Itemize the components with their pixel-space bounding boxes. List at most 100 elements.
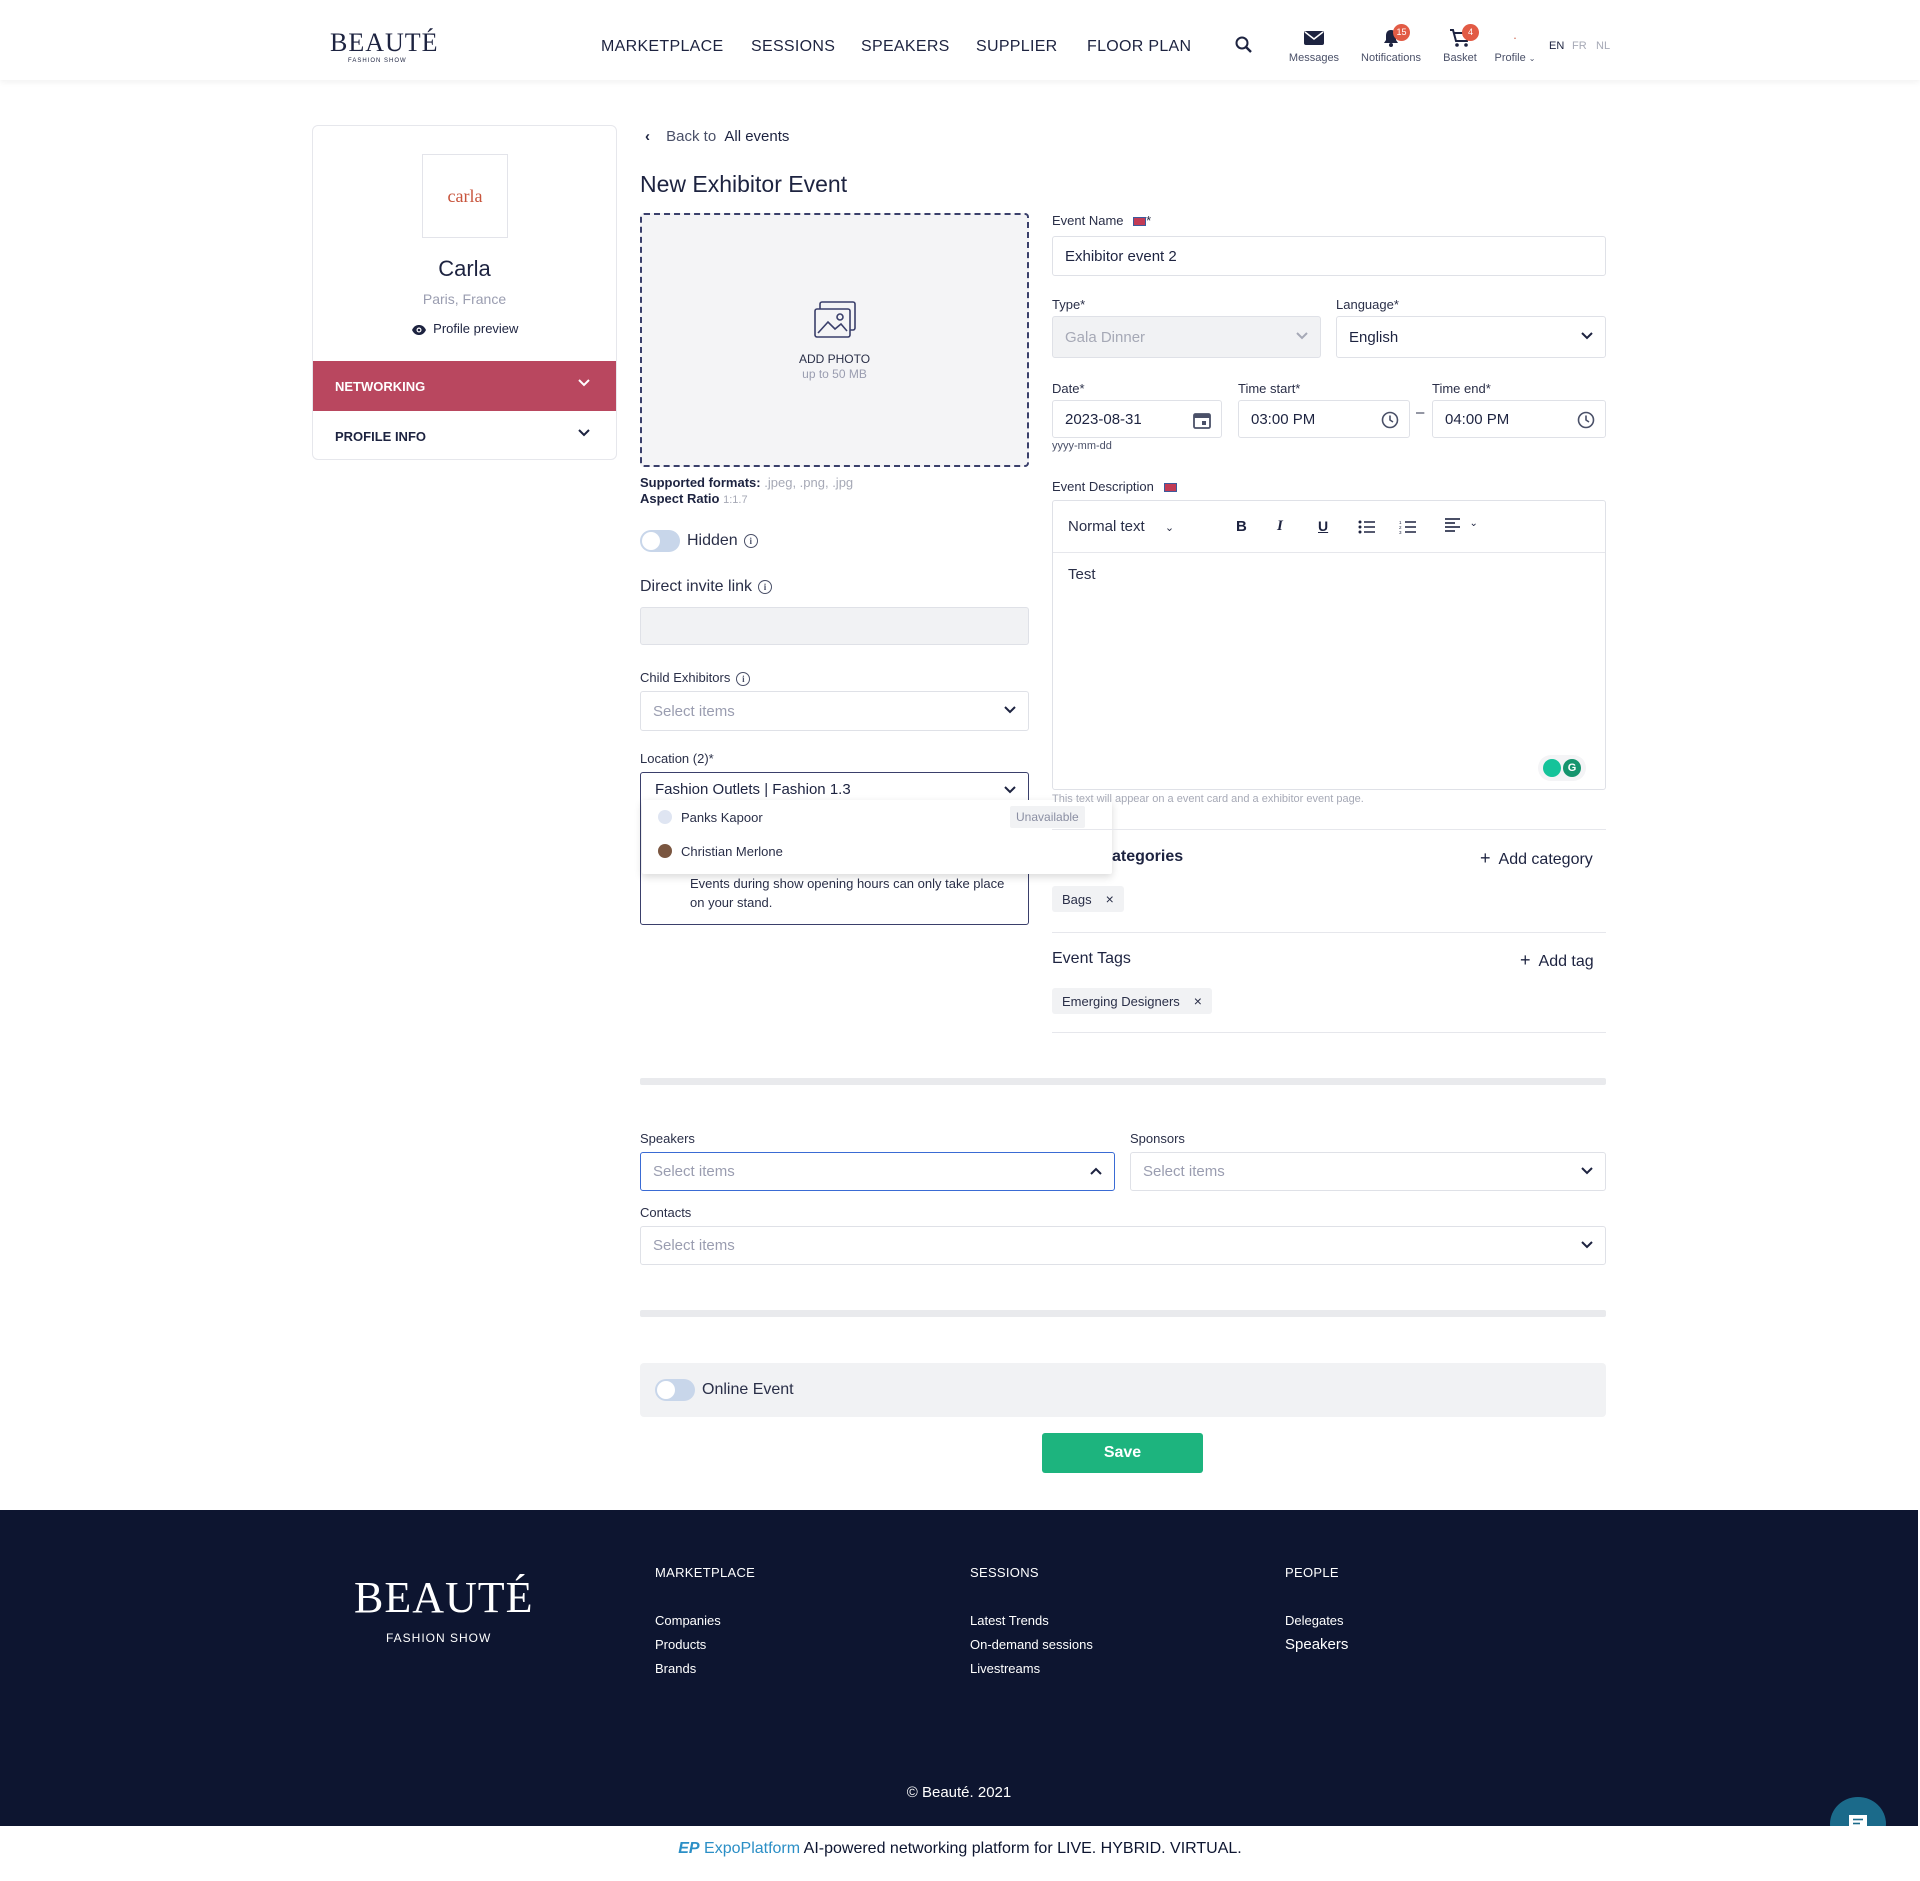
- date-input[interactable]: 2023-08-31: [1052, 400, 1222, 438]
- child-exhibitors-label: Child Exhibitors: [640, 670, 731, 685]
- event-name-input[interactable]: Exhibitor event 2: [1052, 236, 1606, 276]
- time-end-input[interactable]: 04:00 PM: [1432, 400, 1606, 438]
- search-icon[interactable]: [1235, 36, 1253, 54]
- chip-label: Emerging Designers: [1062, 993, 1180, 1009]
- type-label: Type*: [1052, 297, 1086, 312]
- nav-sessions[interactable]: SESSIONS: [751, 38, 835, 56]
- footer-link[interactable]: On-demand sessions: [970, 1637, 1093, 1652]
- type-select[interactable]: Gala Dinner: [1052, 316, 1321, 358]
- notifications-label: Notifications: [1361, 52, 1421, 64]
- sidebar-item-profile-info[interactable]: PROFILE INFO: [313, 411, 616, 459]
- text-style-select[interactable]: Normal text ⌄: [1068, 518, 1174, 535]
- expoplatform-link[interactable]: ExpoPlatform: [704, 1840, 800, 1857]
- location-dropdown: Panks Kapoor Unavailable Christian Merlo…: [642, 800, 1112, 874]
- notifications-button[interactable]: 15 Notifications: [1354, 24, 1428, 64]
- save-button[interactable]: Save: [1042, 1433, 1203, 1473]
- back-target: All events: [724, 128, 790, 145]
- editor-toolbar: Normal text ⌄ B I U 1 2 3 ⌄: [1053, 501, 1605, 553]
- time-start-input[interactable]: 03:00 PM: [1238, 400, 1410, 438]
- avatar: [658, 810, 672, 824]
- footer-link[interactable]: Delegates: [1285, 1613, 1344, 1628]
- date-label: Date*: [1052, 381, 1085, 396]
- logo[interactable]: BEAUTÉ: [330, 28, 439, 58]
- footer-link[interactable]: Livestreams: [970, 1661, 1040, 1676]
- add-tag-label: Add tag: [1538, 953, 1594, 970]
- add-category-button[interactable]: + Add category: [1480, 848, 1593, 869]
- numbered-list-icon[interactable]: 1 2 3: [1399, 520, 1417, 534]
- language-select[interactable]: English: [1336, 316, 1606, 358]
- chevron-down-icon: ⌄: [1164, 522, 1175, 534]
- svg-text:3: 3: [1399, 530, 1402, 534]
- bold-icon[interactable]: B: [1236, 518, 1247, 535]
- description-hint: This text will appear on a event card an…: [1052, 793, 1364, 805]
- footer-logo[interactable]: BEAUTÉ: [354, 1572, 534, 1623]
- divider: [1052, 932, 1606, 933]
- online-event-label: Online Event: [702, 1381, 794, 1398]
- basket-badge: 4: [1462, 24, 1479, 41]
- image-icon: [814, 301, 856, 338]
- online-event-toggle[interactable]: [655, 1379, 695, 1401]
- underline-icon[interactable]: U: [1318, 518, 1328, 534]
- category-chip: Bags ×: [1052, 886, 1124, 912]
- profile-preview-label: Profile preview: [433, 321, 519, 336]
- messages-button[interactable]: Messages: [1285, 28, 1343, 64]
- invite-link-field[interactable]: [640, 607, 1029, 645]
- time-start-value: 03:00 PM: [1251, 410, 1316, 428]
- info-icon[interactable]: i: [758, 579, 773, 594]
- lang-nl[interactable]: NL: [1596, 40, 1610, 52]
- footer: BEAUTÉ FASHION SHOW MARKETPLACE Companie…: [0, 1510, 1918, 1826]
- bullet-list-icon[interactable]: [1358, 520, 1376, 534]
- clock-icon[interactable]: [1577, 411, 1595, 429]
- dropdown-option[interactable]: Christian Merlone: [642, 834, 1112, 868]
- back-link[interactable]: ‹ Back to All events: [645, 128, 789, 145]
- info-icon[interactable]: i: [743, 533, 758, 548]
- add-tag-button[interactable]: + Add tag: [1520, 950, 1594, 971]
- align-select[interactable]: ⌄: [1445, 518, 1478, 537]
- profile-preview-link[interactable]: Profile preview: [313, 321, 616, 336]
- photo-upload-dropzone[interactable]: ADD PHOTO up to 50 MB: [640, 213, 1029, 467]
- nav-marketplace[interactable]: MARKETPLACE: [601, 38, 723, 56]
- footer-col-marketplace: MARKETPLACE: [655, 1565, 756, 1580]
- add-category-label: Add category: [1498, 851, 1593, 868]
- clock-icon[interactable]: [1381, 411, 1399, 429]
- date-value: 2023-08-31: [1065, 410, 1142, 428]
- speakers-select[interactable]: Select items: [640, 1152, 1115, 1191]
- grammarly-widget[interactable]: G: [1538, 755, 1586, 781]
- footer-link[interactable]: Products: [655, 1637, 706, 1652]
- description-text[interactable]: Test: [1068, 566, 1096, 583]
- profile-menu[interactable]: • Profile ⌄: [1490, 30, 1540, 64]
- expoplatform-logo-icon: EP: [678, 1840, 700, 1857]
- lang-fr[interactable]: FR: [1572, 40, 1587, 52]
- hidden-toggle[interactable]: [640, 530, 680, 552]
- contacts-select[interactable]: Select items: [640, 1226, 1606, 1265]
- language-label: Language*: [1336, 297, 1399, 312]
- section-divider: [640, 1310, 1606, 1317]
- child-exhibitors-select[interactable]: Select items: [640, 691, 1029, 731]
- nav-floor-plan[interactable]: FLOOR PLAN: [1087, 38, 1191, 56]
- nav-supplier[interactable]: SUPPLIER: [976, 38, 1058, 56]
- plus-icon: +: [1520, 950, 1531, 970]
- lang-en[interactable]: EN: [1549, 40, 1564, 52]
- info-icon[interactable]: i: [736, 671, 751, 686]
- profile-location: Paris, France: [422, 291, 507, 307]
- close-icon[interactable]: ×: [1194, 993, 1202, 1009]
- basket-button[interactable]: 4 Basket: [1438, 24, 1482, 64]
- select-placeholder: Select items: [653, 1237, 735, 1254]
- footer-link[interactable]: Latest Trends: [970, 1613, 1049, 1628]
- footer-link[interactable]: Companies: [655, 1613, 721, 1628]
- calendar-icon[interactable]: [1193, 411, 1211, 429]
- sidebar-item-networking[interactable]: NETWORKING: [313, 361, 616, 411]
- nav-speakers[interactable]: SPEAKERS: [861, 38, 950, 56]
- lightbulb-icon: [1543, 759, 1561, 777]
- location-value[interactable]: Fashion Outlets | Fashion 1.3: [655, 781, 851, 798]
- close-icon[interactable]: ×: [1106, 891, 1114, 907]
- dropdown-option[interactable]: Panks Kapoor Unavailable: [642, 800, 1112, 834]
- chevron-down-icon[interactable]: [1004, 786, 1016, 794]
- sponsors-select[interactable]: Select items: [1130, 1152, 1606, 1191]
- italic-icon[interactable]: I: [1277, 518, 1283, 535]
- footer-link[interactable]: Brands: [655, 1661, 696, 1676]
- chip-label: Bags: [1062, 891, 1092, 907]
- profile-card: carla Carla Paris, France Profile previe…: [312, 125, 617, 460]
- envelope-icon: [1304, 31, 1324, 45]
- footer-link[interactable]: Speakers: [1285, 1636, 1348, 1653]
